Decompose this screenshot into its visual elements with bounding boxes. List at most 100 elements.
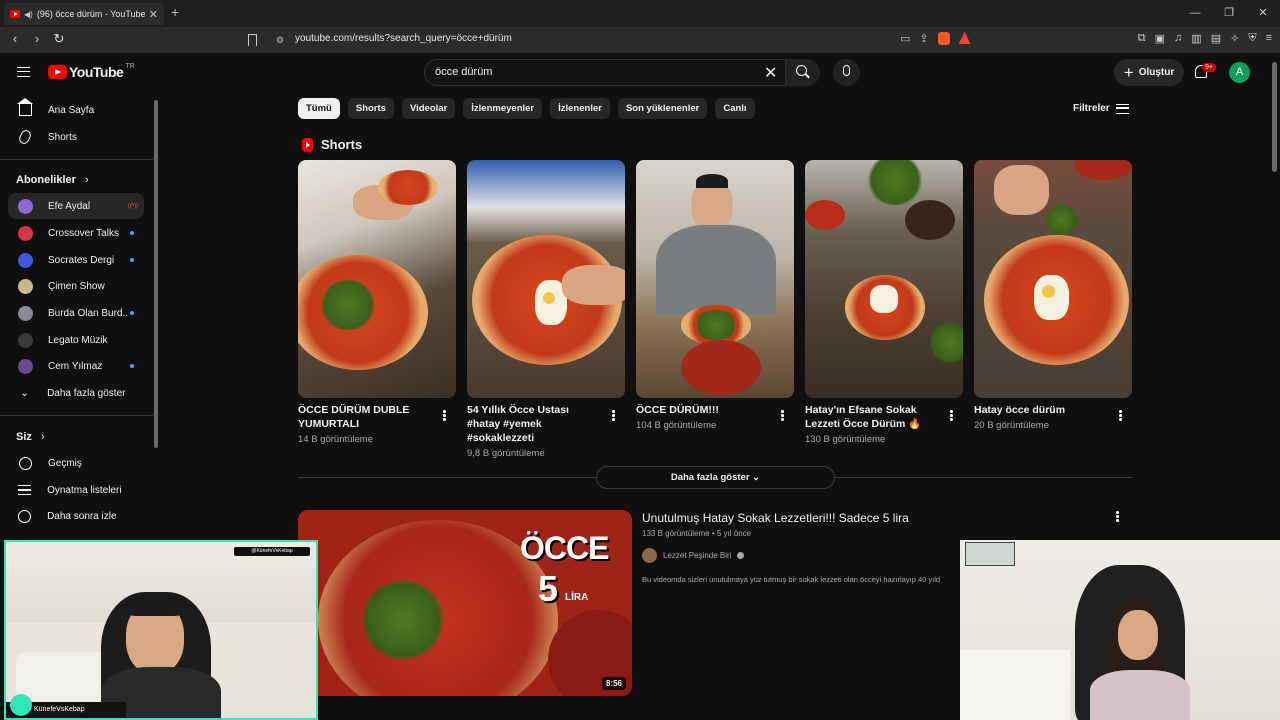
new-tab-button[interactable]: + [171,4,179,20]
subscription-legato-muzik[interactable]: Legato Müzik [8,327,144,353]
close-window-button[interactable]: ✕ [1246,0,1280,27]
page-scrollbar[interactable] [1272,62,1277,172]
short-thumbnail[interactable] [298,160,456,398]
chip-watched[interactable]: İzlenenler [550,98,610,119]
site-info-icon[interactable]: ⚙ [276,35,284,46]
cast-icon[interactable]: ▭ [900,32,910,45]
short-title[interactable]: Hatay öcce dürüm [974,403,1112,417]
search-button[interactable] [786,59,820,86]
short-title[interactable]: ÖCCE DÜRÜM!!! [636,403,774,417]
restore-button[interactable]: ❐ [1212,0,1246,27]
short-card[interactable]: 54 Yıllık Öcce Ustası #hatay #yemek #sok… [467,160,625,459]
show-more-subscriptions[interactable]: ⌄ Daha fazla göster [8,380,144,406]
address-bar[interactable]: youtube.com/results?search_query=öcce+dü… [295,33,512,44]
voice-search-button[interactable] [833,59,860,86]
logo-region: TR [125,62,135,70]
chevron-right-icon: › [84,174,89,186]
short-thumbnail[interactable] [974,160,1132,398]
subscription-efe-aydal[interactable]: Efe Aydal ((•)) [8,193,144,219]
short-card[interactable]: ÖCCE DÜRÜM!!! 104 B görüntüleme [636,160,794,431]
short-title[interactable]: 54 Yıllık Öcce Ustası #hatay #yemek #sok… [467,403,605,445]
bookmark-icon[interactable] [248,34,257,46]
clear-search-icon[interactable]: ✕ [764,63,777,83]
browser-menu-icon[interactable]: ≡ [1266,32,1272,45]
webcam-handle-tag: @KünefeVsKebap [234,547,310,556]
short-card[interactable]: Hatay'ın Efsane Sokak Lezzeti Öcce Dürüm… [805,160,963,445]
chip-live[interactable]: Canlı [715,98,755,119]
close-tab-icon[interactable]: ✕ [149,8,158,21]
sidebar-icon[interactable]: ▥ [1191,32,1201,45]
sidebar-item-history[interactable]: Geçmiş [8,450,144,476]
tab-title: (96) öcce dürüm - YouTube [36,9,145,19]
channel-name[interactable]: Lezzet Peşinde Biri [663,551,731,560]
subscription-cem-yilmaz[interactable]: Cem Yılmaz [8,353,144,379]
sidebar-item-home[interactable]: Ana Sayfa [8,97,144,123]
chip-videos[interactable]: Videolar [401,98,456,119]
sidebar-item-watch-later[interactable]: Daha sonra izle [8,503,144,529]
notification-count-badge: 9+ [1202,63,1216,72]
subscription-label: Legato Müzik [48,334,108,346]
create-button[interactable]: + Oluştur [1114,59,1184,86]
chip-shorts[interactable]: Shorts [347,98,394,119]
short-title[interactable]: Hatay'ın Efsane Sokak Lezzeti Öcce Dürüm… [805,403,943,431]
filters-button[interactable]: Filtreler [1073,103,1129,114]
streamer-webcam-right [960,540,1280,720]
subscriptions-header[interactable]: Abonelikler › [16,174,89,186]
media-icon[interactable]: ♫ [1174,32,1182,45]
subscription-cimen-show[interactable]: Çimen Show [8,273,144,299]
video-thumbnail[interactable]: ÖCCE 5 LİRA 8:56 [298,510,632,696]
search-input[interactable] [435,66,735,78]
back-button[interactable]: ‹ [8,31,22,47]
avatar [17,332,33,348]
forward-button[interactable]: › [30,31,44,47]
channel-avatar[interactable] [642,548,657,563]
short-thumbnail[interactable] [636,160,794,398]
brave-shields-icon[interactable] [937,32,950,45]
filter-chips: Tümü Shorts Videolar İzlenmeyenler İzlen… [298,98,755,119]
sidebar-scrollbar[interactable] [154,100,158,448]
thumbnail-text: LİRA [565,592,589,603]
wallet-icon[interactable]: ▤ [1211,32,1221,45]
chip-all[interactable]: Tümü [298,98,340,119]
share-icon[interactable]: ⇪ [919,32,928,45]
short-title[interactable]: ÖCCE DÜRÜM DUBLE YUMURTALI [298,403,436,431]
you-section-header[interactable]: Siz › [16,431,45,443]
chip-unwatched[interactable]: İzlenmeyenler [463,98,543,119]
short-card[interactable]: ÖCCE DÜRÜM DUBLE YUMURTALI 14 B görüntül… [298,160,456,445]
subscription-burda-olan[interactable]: Burda Olan Burd... [8,300,144,326]
hamburger-menu-icon[interactable] [17,67,30,77]
browser-toolbar: ‹ › ↻ ⚙ youtube.com/results?search_query… [0,27,1280,53]
video-channel[interactable]: Lezzet Peşinde Biri [642,548,745,563]
minimize-button[interactable]: — [1178,0,1212,27]
avatar [17,198,33,214]
chip-recent[interactable]: Son yüklenenler [617,98,708,119]
screenshot-icon[interactable]: ▣ [1155,32,1165,45]
shorts-shelf-header: Shorts [302,137,362,152]
brave-rewards-icon[interactable] [958,32,971,44]
subscription-crossover-talks[interactable]: Crossover Talks [8,220,144,246]
vpn-icon[interactable]: ⛨ [1248,32,1256,45]
extensions-icon[interactable]: ⧉ [1138,32,1146,45]
more-options-icon[interactable] [612,410,615,421]
sidebar-item-label: Oynatma listeleri [47,484,122,496]
show-more-shorts-button[interactable]: Daha fazla göster ⌄ [596,466,835,489]
more-options-icon[interactable] [1116,511,1119,522]
youtube-logo[interactable]: YouTube TR [48,62,135,80]
leo-icon[interactable]: ✧ [1230,32,1239,45]
video-description: Bu videomda sizleri unutulmaya yüz tutmu… [642,575,941,584]
more-options-icon[interactable] [950,410,953,421]
more-options-icon[interactable] [443,410,446,421]
more-options-icon[interactable] [1119,410,1122,421]
short-thumbnail[interactable] [467,160,625,398]
account-avatar[interactable]: A [1229,62,1250,83]
subscription-socrates-dergi[interactable]: Socrates Dergi [8,247,144,273]
sidebar-item-playlists[interactable]: Oynatma listeleri [8,477,144,503]
video-title[interactable]: Unutulmuş Hatay Sokak Lezzetleri!!! Sade… [642,511,909,525]
youtube-logo-icon [48,65,67,79]
browser-tab[interactable]: ◀) (96) öcce dürüm - YouTube ✕ [4,3,164,25]
short-card[interactable]: Hatay öcce dürüm 20 B görüntüleme [974,160,1132,431]
more-options-icon[interactable] [781,410,784,421]
reload-button[interactable]: ↻ [52,31,66,47]
sidebar-item-shorts[interactable]: Shorts [8,124,144,150]
short-thumbnail[interactable] [805,160,963,398]
